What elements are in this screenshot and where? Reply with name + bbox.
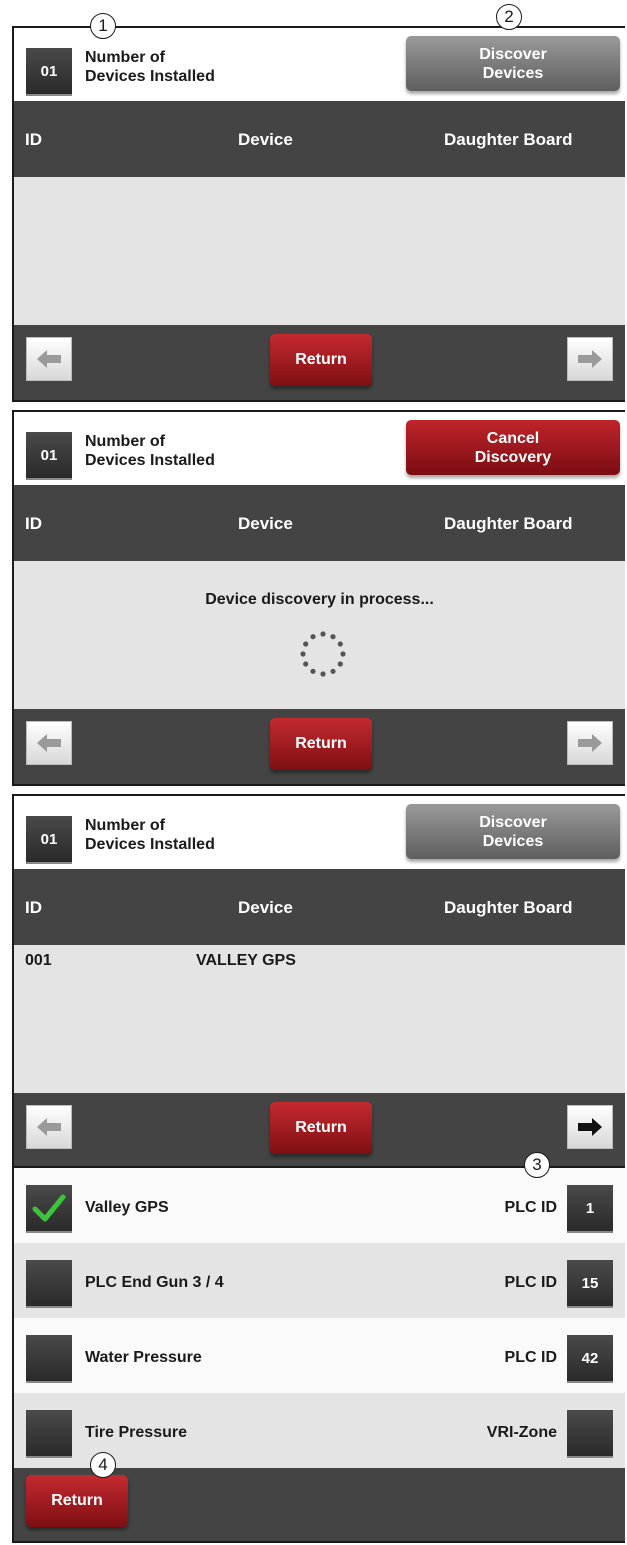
callout-4: 4 [90, 1452, 116, 1478]
water-pressure-checkbox[interactable] [26, 1335, 72, 1381]
device-discovery-panel-in-progress: 01 Number of Devices Installed Cancel Di… [12, 410, 625, 786]
devices-count-label: Number of Devices Installed [85, 817, 215, 853]
plc-id-field[interactable]: 1 [567, 1185, 613, 1231]
option-row-water-pressure: Water Pressure PLC ID 42 [14, 1318, 625, 1393]
checkmark-icon [32, 1194, 66, 1222]
cancel-discovery-button[interactable]: Cancel Discovery [406, 420, 620, 475]
option-id-label: PLC ID [504, 1349, 557, 1366]
plc-id-field[interactable]: 42 [567, 1335, 613, 1381]
option-label: Water Pressure [85, 1349, 202, 1366]
device-table-header: ID Device Daughter Board [14, 485, 625, 561]
devices-count-label: Number of Devices Installed [85, 49, 215, 85]
next-page-button[interactable] [567, 1105, 613, 1149]
column-id: ID [25, 898, 42, 917]
column-id: ID [25, 130, 42, 149]
arrow-left-icon [37, 350, 61, 368]
arrow-left-icon [37, 1118, 61, 1136]
plc-id-field[interactable]: 15 [567, 1260, 613, 1306]
device-list [14, 177, 625, 325]
device-id: 001 [25, 952, 52, 969]
loading-spinner-icon [300, 631, 346, 677]
arrow-left-icon [37, 734, 61, 752]
return-button[interactable]: Return [270, 718, 372, 770]
device-discovery-panel-results: 01 Number of Devices Installed Discover … [12, 794, 625, 1170]
return-button[interactable]: Return [270, 334, 372, 386]
prev-page-button[interactable] [26, 337, 72, 381]
option-row-valley-gps: Valley GPS PLC ID 1 [14, 1168, 625, 1243]
valley-gps-checkbox[interactable] [26, 1185, 72, 1231]
prev-page-button[interactable] [26, 721, 72, 765]
option-row-plc-end-gun: PLC End Gun 3 / 4 PLC ID 15 [14, 1243, 625, 1318]
arrow-right-icon [578, 1118, 602, 1136]
device-name: VALLEY GPS [196, 952, 296, 969]
callout-3: 3 [524, 1152, 550, 1178]
device-list: 001 VALLEY GPS [14, 945, 625, 1093]
device-options-panel: Valley GPS PLC ID 1 PLC End Gun 3 / 4 PL… [12, 1166, 625, 1543]
column-device: Device [238, 898, 293, 917]
discover-devices-button[interactable]: Discover Devices [406, 804, 620, 859]
vri-zone-field[interactable] [567, 1410, 613, 1456]
callout-1: 1 [90, 13, 116, 39]
devices-count-label: Number of Devices Installed [85, 433, 215, 469]
return-button[interactable]: Return [270, 1102, 372, 1154]
option-label: Valley GPS [85, 1199, 169, 1216]
callout-2: 2 [496, 4, 522, 30]
arrow-right-icon [578, 734, 602, 752]
prev-page-button[interactable] [26, 1105, 72, 1149]
devices-count-box[interactable]: 01 [26, 432, 72, 478]
device-discovery-panel-initial: 01 Number of Devices Installed Discover … [12, 26, 625, 402]
column-daughter-board: Daughter Board [444, 514, 573, 533]
panel-footer: Return [14, 325, 625, 400]
column-daughter-board: Daughter Board [444, 130, 573, 149]
panel-footer: Return [14, 1468, 625, 1541]
tire-pressure-checkbox[interactable] [26, 1410, 72, 1456]
discover-devices-button[interactable]: Discover Devices [406, 36, 620, 91]
column-daughter-board: Daughter Board [444, 898, 573, 917]
device-table-header: ID Device Daughter Board [14, 101, 625, 177]
column-id: ID [25, 514, 42, 533]
option-id-label: PLC ID [504, 1199, 557, 1216]
column-device: Device [238, 514, 293, 533]
option-label: Tire Pressure [85, 1424, 187, 1441]
devices-count-box[interactable]: 01 [26, 816, 72, 862]
column-device: Device [238, 130, 293, 149]
plc-end-gun-checkbox[interactable] [26, 1260, 72, 1306]
next-page-button[interactable] [567, 337, 613, 381]
return-button[interactable]: Return [26, 1475, 128, 1527]
arrow-right-icon [578, 350, 602, 368]
next-page-button[interactable] [567, 721, 613, 765]
option-zone-label: VRI-Zone [486, 1424, 557, 1441]
panel-footer: Return [14, 709, 625, 784]
device-list: Device discovery in process... [14, 561, 625, 709]
devices-count-box[interactable]: 01 [26, 48, 72, 94]
option-id-label: PLC ID [504, 1274, 557, 1291]
discovery-status-message: Device discovery in process... [205, 591, 434, 608]
device-table-header: ID Device Daughter Board [14, 869, 625, 945]
option-label: PLC End Gun 3 / 4 [85, 1274, 224, 1291]
